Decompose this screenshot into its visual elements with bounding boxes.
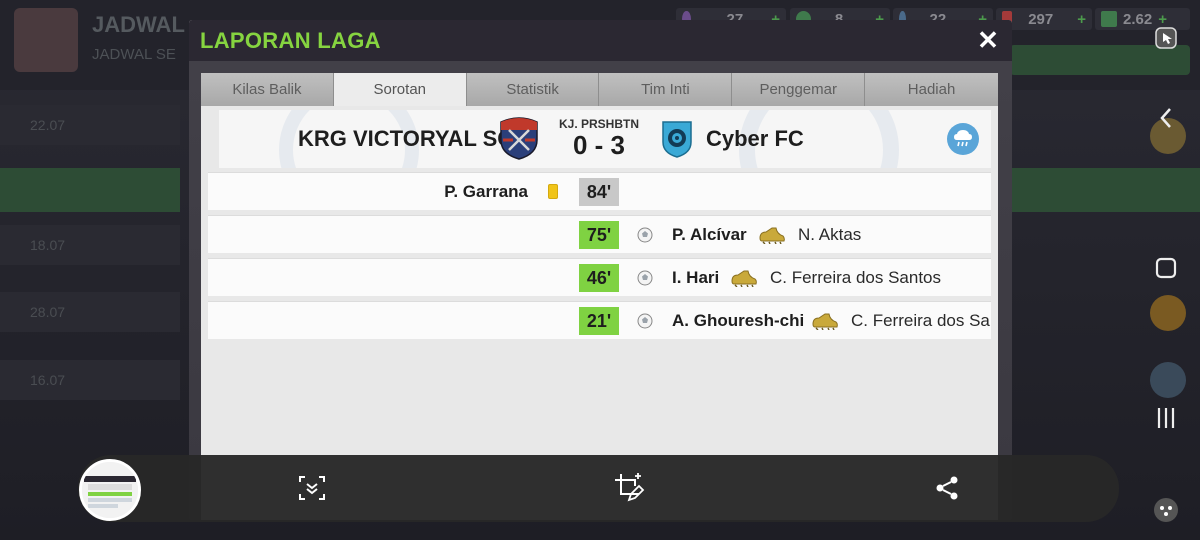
resource-plus[interactable]: + [1077,11,1086,28]
ball-icon [637,270,653,286]
background-badge-icon [1150,295,1186,331]
resource-value: 297 [1028,10,1054,28]
crop-edit-icon[interactable] [613,472,645,504]
background-row: 18.07 [0,225,180,265]
share-icon[interactable] [931,472,963,504]
row-date: 28.07 [30,304,66,320]
background-subtitle: JADWAL SE [92,46,176,63]
background-row: 22.07 [0,105,180,145]
club-logo [14,8,78,72]
background-badge-icon [1150,362,1186,398]
home-icon[interactable] [1148,250,1184,286]
recents-icon[interactable] [1148,400,1184,436]
assist-boot-icon [759,227,785,244]
tab-bar: Kilas Balik Sorotan Statistik Tim Inti P… [201,73,998,106]
match-report-dialog: LAPORAN LAGA ✕ Kilas Balik Sorotan Stati… [189,20,1012,520]
event-player: P. Garrana [444,182,528,201]
goal-scorer: A. Ghouresh-chi [672,311,805,330]
tab-hadiah[interactable]: Hadiah [865,73,998,106]
close-button[interactable]: ✕ [974,26,1002,54]
thumbnail-preview [82,462,138,518]
background-row: 28.07 [0,292,180,332]
assist-player: C. Ferreira dos Sa [851,311,990,330]
background-green-row-right [1010,168,1200,212]
assist-boot-icon [812,313,838,330]
tab-tim-inti[interactable]: Tim Inti [599,73,733,106]
back-icon[interactable] [1148,100,1184,136]
goal-scorer: P. Alcívar [672,225,747,244]
screenshot-thumbnail[interactable] [79,459,141,521]
dialog-body: Kilas Balik Sorotan Statistik Tim Inti P… [189,61,1012,520]
row-date: 16.07 [30,372,66,388]
tab-penggemar[interactable]: Penggemar [732,73,866,106]
tab-kilas-balik[interactable]: Kilas Balik [201,73,334,106]
row-date: 18.07 [30,237,66,253]
tab-sorotan[interactable]: Sorotan [333,73,467,106]
yellow-card-icon [548,184,558,199]
home-team-name: KRG VICTORYAL SC [298,126,514,151]
goal-scorer: I. Hari [672,268,720,287]
touch-assist-icon[interactable] [1148,20,1184,56]
game-tools-icon[interactable] [1148,492,1184,528]
rain-cloud-icon [947,123,979,155]
event-minute: 46' [579,264,619,292]
event-minute: 21' [579,307,619,335]
event-minute: 84' [579,178,619,206]
row-date: 22.07 [30,117,66,133]
assist-player: N. Aktas [798,225,862,244]
score-label: KJ. PRSHBTN [558,117,639,131]
background-row: 16.07 [0,360,180,400]
ball-icon [637,227,653,243]
scroll-capture-icon[interactable] [296,472,328,504]
assist-boot-icon [731,270,757,287]
home-team-crest-icon [500,117,538,160]
event-row-goal: 21' A. Ghouresh-chi C. Ferreira dos Sa [208,301,991,339]
match-header: KRG VICTORYAL SC KJ. PRSHBTN 0 - 3 Cyber… [219,110,991,168]
event-row-goal: 75' P. Alcívar N. Aktas [208,215,991,253]
event-row-yellow-card: P. Garrana 84' [208,172,991,210]
score: 0 - 3 [572,130,626,160]
away-team-crest-icon [662,121,692,158]
away-team-name: Cyber FC [706,126,804,151]
dialog-title: LAPORAN LAGA [200,28,381,53]
tab-statistik[interactable]: Statistik [466,73,600,106]
background-title: JADWAL [92,12,185,37]
dialog-header: LAPORAN LAGA ✕ [189,20,1012,61]
assist-player: C. Ferreira dos Santos [770,268,942,287]
money-icon [1101,11,1117,27]
background-green-row [0,168,180,212]
event-row-goal: 46' I. Hari C. Ferreira dos Santos [208,258,991,296]
ball-icon [637,313,653,329]
event-minute: 75' [579,221,619,249]
